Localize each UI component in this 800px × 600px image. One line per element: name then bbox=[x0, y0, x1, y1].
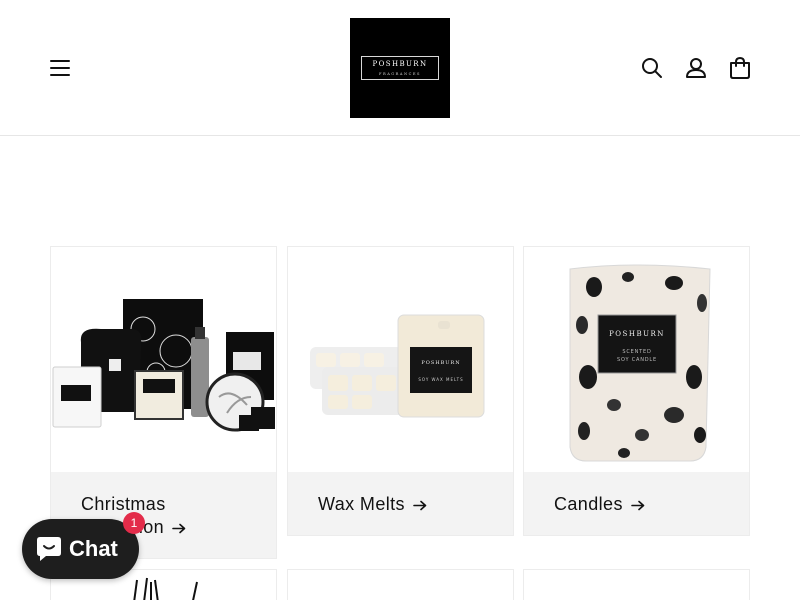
chat-notification-badge: 1 bbox=[123, 512, 145, 534]
cart-icon[interactable] bbox=[727, 55, 753, 81]
collection-title: Wax Melts bbox=[288, 472, 513, 516]
collection-card-partial[interactable] bbox=[523, 569, 750, 600]
chat-label: Chat bbox=[69, 536, 118, 561]
menu-icon[interactable] bbox=[46, 54, 74, 82]
svg-text:SOY WAX MELTS: SOY WAX MELTS bbox=[418, 377, 463, 382]
collection-card-christmas[interactable]: Christmas Collection bbox=[50, 246, 277, 559]
svg-text:POSHBURN: POSHBURN bbox=[609, 330, 665, 338]
site-header: POSHBURN FRAGRANCES bbox=[0, 0, 800, 136]
svg-text:SOY CANDLE: SOY CANDLE bbox=[617, 357, 657, 363]
chat-bubble-icon bbox=[34, 535, 64, 563]
logo-name: POSHBURN bbox=[372, 60, 428, 68]
arrow-right-icon bbox=[413, 500, 427, 511]
logo-subtitle: FRAGRANCES bbox=[379, 72, 421, 76]
christmas-collection-image bbox=[51, 247, 276, 472]
search-icon[interactable] bbox=[639, 55, 665, 81]
chat-button[interactable]: Chat bbox=[22, 519, 139, 579]
collection-card-wax-melts[interactable]: POSHBURN SOY WAX MELTS Wax Melts bbox=[287, 246, 514, 536]
svg-text:POSHBURN: POSHBURN bbox=[421, 360, 460, 366]
candles-image: POSHBURN SCENTED SOY CANDLE bbox=[524, 247, 749, 472]
collection-title: Candles bbox=[524, 472, 749, 516]
svg-text:SCENTED: SCENTED bbox=[622, 349, 651, 355]
collection-card-candles[interactable]: POSHBURN SCENTED SOY CANDLE Candles bbox=[523, 246, 750, 536]
arrow-right-icon bbox=[631, 500, 645, 511]
brand-logo[interactable]: POSHBURN FRAGRANCES bbox=[350, 18, 450, 118]
account-icon[interactable] bbox=[683, 55, 709, 81]
collection-card-partial[interactable] bbox=[287, 569, 514, 600]
arrow-right-icon bbox=[172, 523, 186, 534]
wax-melts-image: POSHBURN SOY WAX MELTS bbox=[288, 247, 513, 472]
